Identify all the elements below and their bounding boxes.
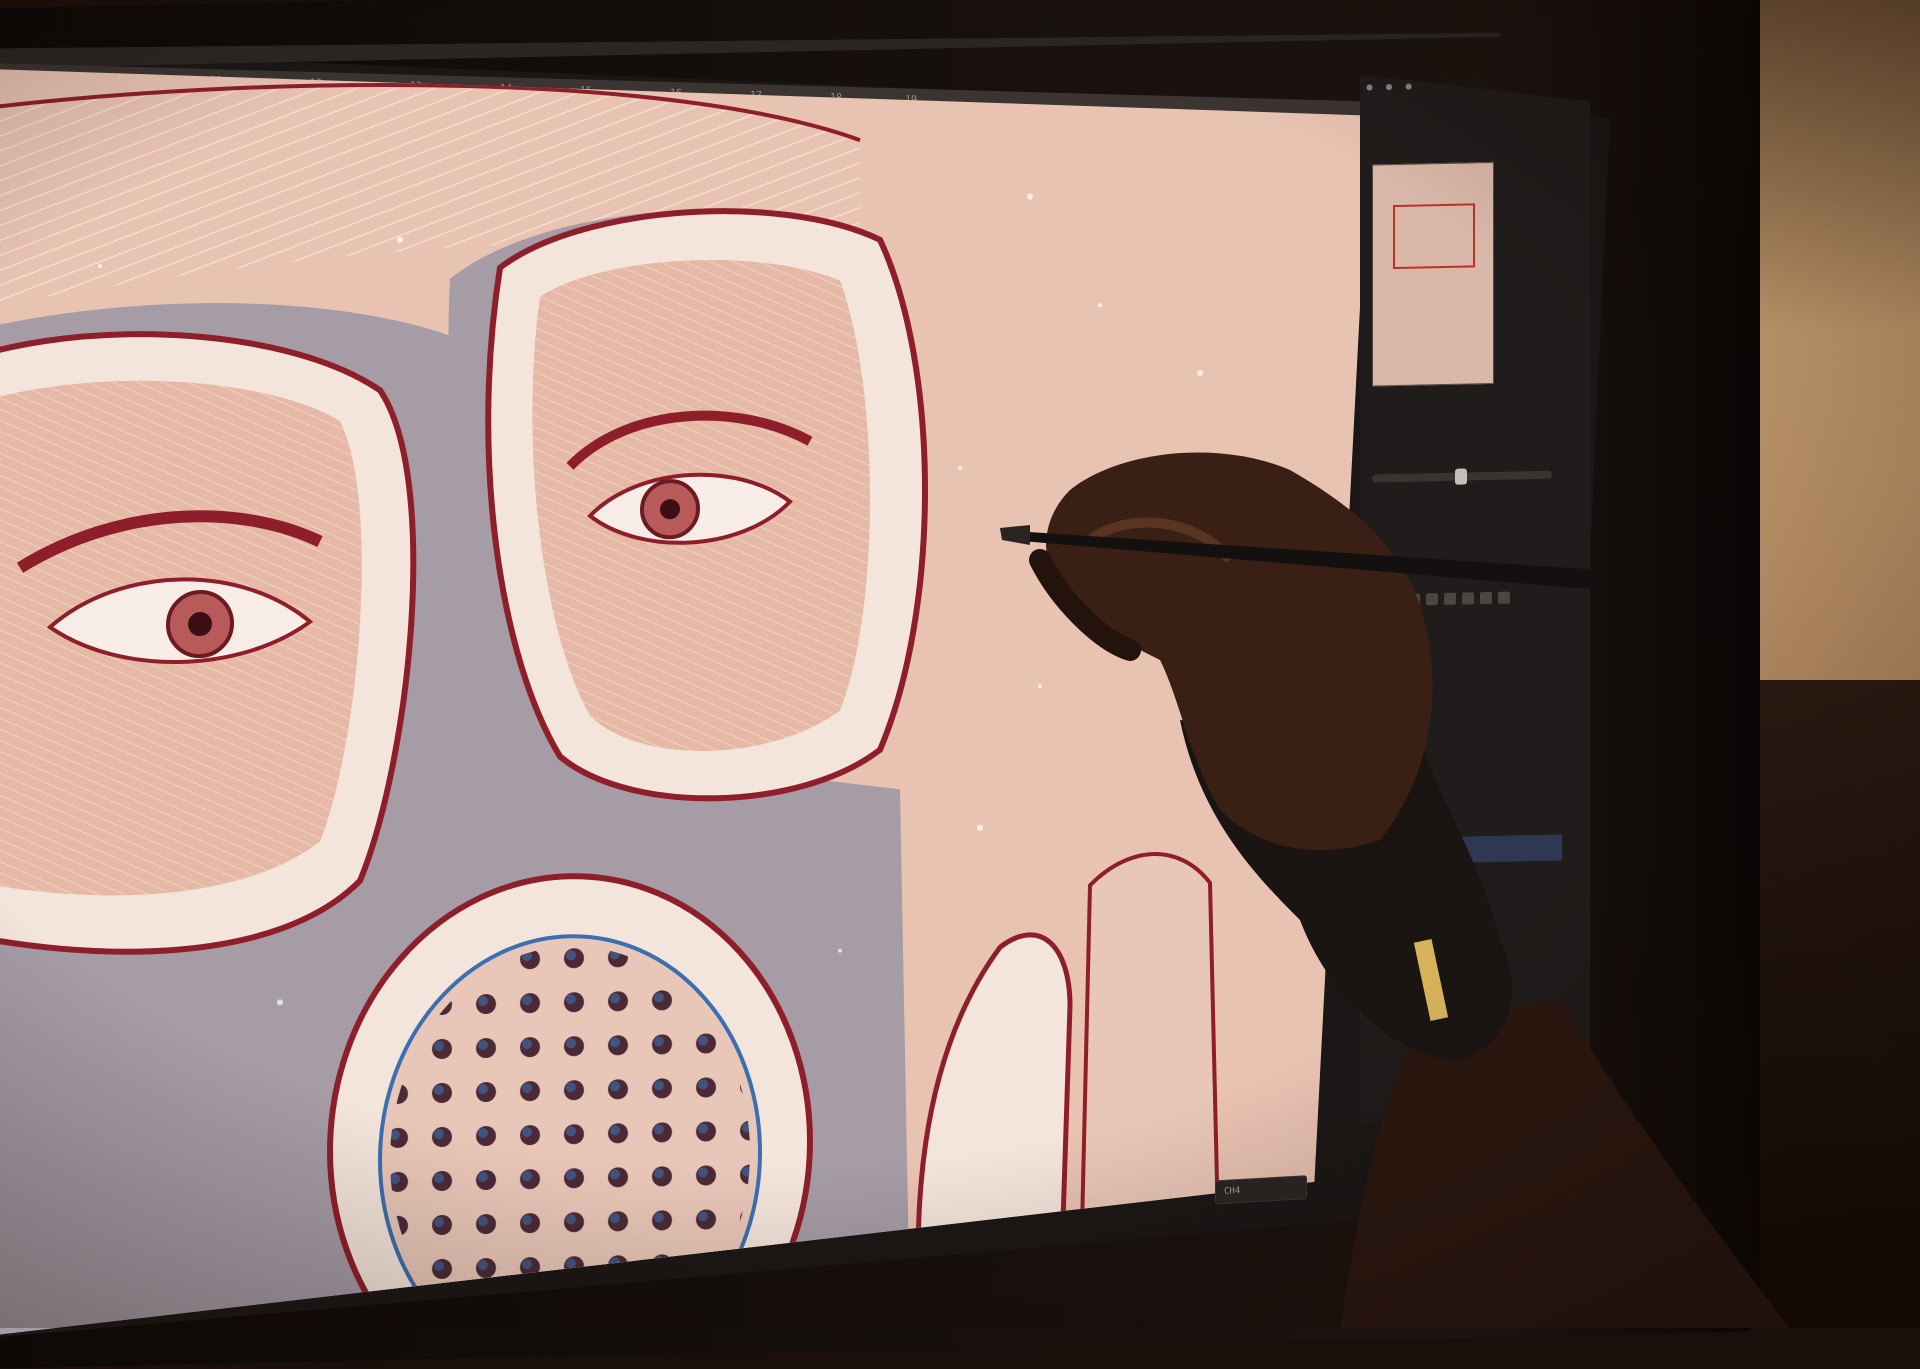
right-side-panel: ● ● ● [1360, 70, 1590, 1125]
layer-swatch-icon [1372, 806, 1386, 828]
layer-row[interactable] [1372, 733, 1562, 763]
tool-button[interactable] [1372, 594, 1384, 606]
layers-list [1360, 70, 1590, 75]
tool-button[interactable] [1426, 593, 1438, 605]
layer-swatch-icon [1372, 772, 1386, 794]
dot-icon[interactable]: ● [1405, 82, 1412, 91]
layer-swatch-icon [1372, 840, 1386, 862]
tool-button[interactable] [1462, 592, 1474, 604]
layer-row[interactable] [1372, 631, 1562, 661]
layer-row[interactable] [1372, 835, 1562, 865]
photo-scene: 10 11 12 13 14 15 16 17 18 19 [0, 0, 1920, 1369]
tool-button[interactable] [1390, 594, 1402, 606]
navigator-view-frame[interactable] [1393, 203, 1475, 269]
panel-tab-bar[interactable]: ● ● ● [1366, 78, 1576, 96]
gas-mask-illustration [0, 40, 1370, 1337]
tool-button[interactable] [1408, 593, 1420, 605]
drawing-canvas[interactable] [0, 40, 1370, 1337]
zoom-slider-knob[interactable] [1455, 468, 1467, 484]
layer-row[interactable] [1372, 801, 1562, 831]
layer-row[interactable] [1372, 665, 1562, 695]
layer-row[interactable] [1372, 767, 1562, 797]
layer-swatch-icon [1372, 670, 1386, 692]
tool-button[interactable] [1498, 592, 1510, 604]
dot-icon[interactable]: ● [1366, 82, 1373, 91]
layer-swatch-icon [1372, 738, 1386, 760]
tool-button[interactable] [1480, 592, 1492, 604]
layer-tools-row [1372, 591, 1562, 613]
tablet-display-bezel: 10 11 12 13 14 15 16 17 18 19 [0, 0, 1760, 1369]
zoom-readout[interactable]: CH4 [1215, 1175, 1307, 1205]
layer-row[interactable] [1372, 699, 1562, 729]
dot-icon[interactable]: ● [1386, 82, 1393, 91]
navigator-thumbnail-icon[interactable] [1372, 162, 1494, 387]
document-tab-strip[interactable] [0, 17, 1500, 69]
tool-button[interactable] [1444, 593, 1456, 605]
layer-swatch-icon [1372, 636, 1386, 658]
layer-swatch-icon [1372, 704, 1386, 726]
